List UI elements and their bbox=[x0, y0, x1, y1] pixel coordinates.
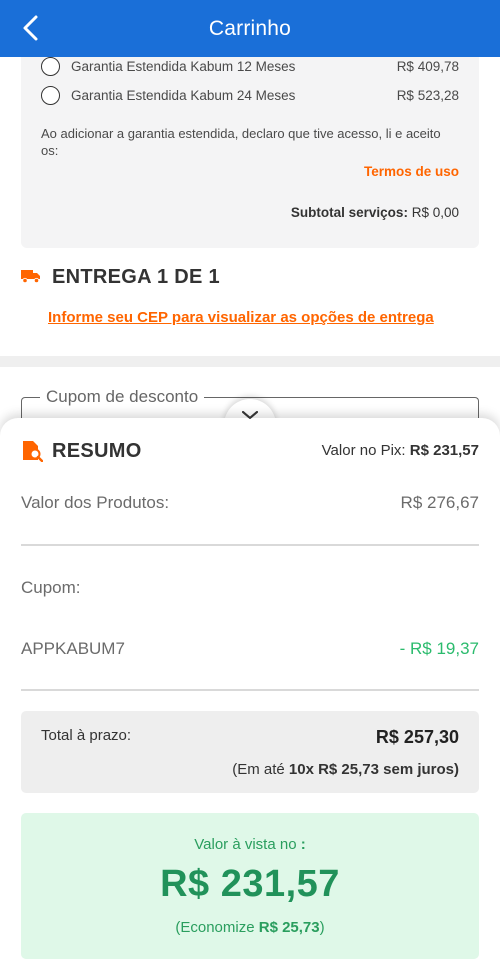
installment-info: (Em até 10x R$ 25,73 sem juros) bbox=[232, 761, 459, 778]
coupon-applied-row: APPKABUM7 - R$ 19,37 bbox=[21, 639, 479, 659]
coupon-input-label: Cupom de desconto bbox=[40, 387, 205, 407]
pix-value: Valor no Pix: R$ 231,57 bbox=[322, 442, 479, 459]
cash-label: Valor à vista no : bbox=[21, 836, 479, 853]
warranty-option-24-months[interactable]: Garantia Estendida Kabum 24 Meses R$ 523… bbox=[41, 86, 459, 105]
cash-label-text: Valor à vista no bbox=[194, 836, 297, 853]
delivery-title: ENTREGA 1 DE 1 bbox=[52, 266, 220, 288]
pix-amount: R$ 231,57 bbox=[409, 442, 479, 459]
products-value-row: Valor dos Produtos: R$ 276,67 bbox=[21, 493, 479, 513]
summary-title: RESUMO bbox=[52, 440, 142, 462]
cep-link[interactable]: Informe seu CEP para visualizar as opçõe… bbox=[48, 309, 434, 326]
savings-suffix: ) bbox=[319, 919, 325, 936]
summary-icon bbox=[23, 441, 43, 462]
divider bbox=[21, 544, 479, 546]
total-value: R$ 257,30 bbox=[375, 727, 459, 747]
savings-value: R$ 25,73 bbox=[258, 919, 320, 936]
chevron-down-icon bbox=[242, 411, 258, 419]
delivery-section: ENTREGA 1 DE 1 Informe seu CEP para visu… bbox=[21, 264, 479, 344]
divider bbox=[21, 689, 479, 691]
page-title: Carrinho bbox=[208, 16, 292, 40]
app-header: Carrinho bbox=[0, 0, 500, 57]
back-arrow-icon[interactable] bbox=[18, 14, 46, 42]
savings-info: (Economize R$ 25,73) bbox=[21, 919, 479, 936]
services-subtotal: Subtotal serviços: R$ 0,00 bbox=[291, 205, 459, 220]
savings-prefix: (Economize bbox=[175, 919, 255, 936]
subtotal-value: R$ 0,00 bbox=[411, 205, 459, 220]
pix-label: Valor no Pix: bbox=[321, 442, 406, 459]
installment-prefix: (Em até bbox=[232, 761, 285, 778]
warranty-option-price: R$ 523,28 bbox=[396, 88, 459, 103]
radio-button[interactable] bbox=[41, 57, 60, 76]
subtotal-label: Subtotal serviços: bbox=[290, 205, 408, 220]
coupon-code: APPKABUM7 bbox=[21, 639, 125, 658]
installment-total-box: Total à prazo: R$ 257,30 (Em até 10x R$ … bbox=[21, 711, 479, 793]
coupon-label: Cupom: bbox=[21, 578, 81, 597]
warranty-option-label: Garantia Estendida Kabum 24 Meses bbox=[71, 88, 296, 103]
coupon-row: Cupom: bbox=[21, 578, 479, 598]
cash-label-suffix: : bbox=[300, 836, 306, 853]
coupon-discount: - R$ 19,37 bbox=[399, 639, 479, 658]
warranty-terms-text: Ao adicionar a garantia estendida, decla… bbox=[41, 126, 441, 158]
radio-button[interactable] bbox=[41, 86, 60, 105]
products-amount: R$ 276,67 bbox=[400, 493, 479, 512]
cash-value: R$ 231,57 bbox=[160, 863, 340, 905]
cash-price-box: Valor à vista no : R$ 231,57 (Economize … bbox=[21, 813, 479, 959]
total-label: Total à prazo: bbox=[41, 727, 132, 744]
products-label: Valor dos Produtos: bbox=[21, 493, 170, 512]
warranty-option-12-months[interactable]: Garantia Estendida Kabum 12 Meses R$ 409… bbox=[41, 57, 459, 76]
warranty-option-label: Garantia Estendida Kabum 12 Meses bbox=[71, 59, 296, 74]
terms-of-use-link[interactable]: Termos de uso bbox=[364, 164, 459, 179]
section-divider bbox=[0, 356, 500, 367]
truck-icon bbox=[21, 270, 40, 283]
warranty-card: Garantia Estendida Kabum 12 Meses R$ 409… bbox=[21, 57, 479, 248]
warranty-option-price: R$ 409,78 bbox=[396, 59, 459, 74]
installment-value: 10x R$ 25,73 sem juros) bbox=[288, 761, 459, 778]
